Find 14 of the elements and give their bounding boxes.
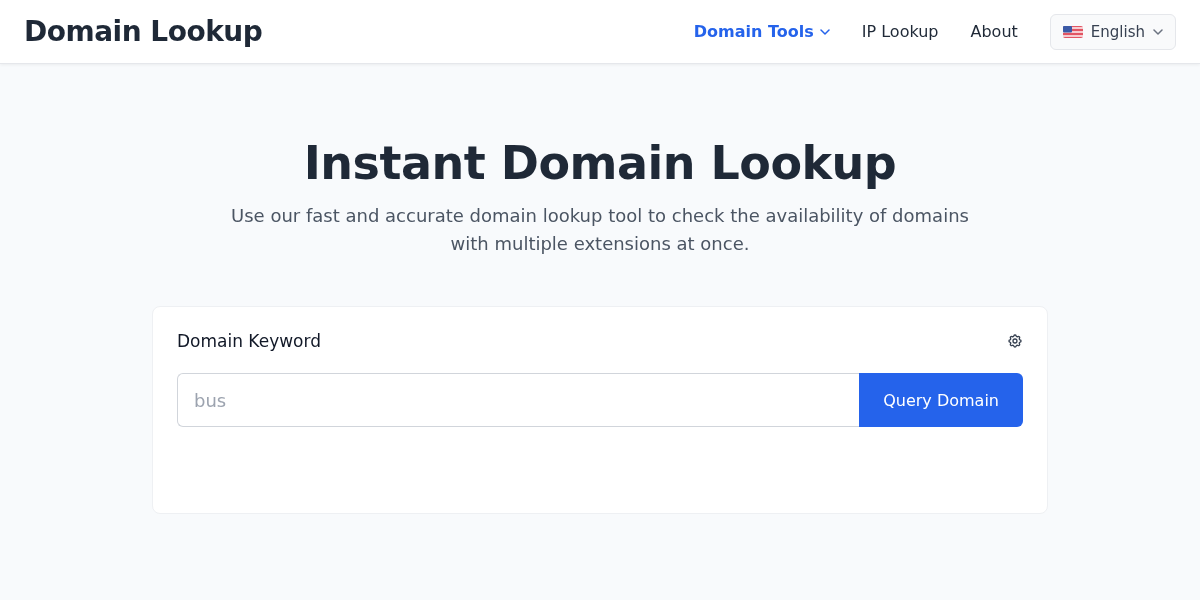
chevron-down-icon — [1153, 28, 1163, 35]
site-logo[interactable]: Domain Lookup — [24, 15, 263, 48]
chevron-down-icon — [819, 28, 830, 35]
field-label: Domain Keyword — [177, 331, 321, 351]
nav-link[interactable]: About — [970, 22, 1018, 41]
nav-link[interactable]: IP Lookup — [861, 22, 939, 41]
nav-link[interactable]: Domain Tools — [693, 22, 830, 41]
page-subtitle: Use our fast and accurate domain lookup tool to check the availability of domains with multiple extensions at once. — [230, 204, 970, 256]
language-selector[interactable]: English — [1049, 13, 1176, 50]
page-title: Instant Domain Lookup — [303, 136, 897, 190]
flag-icon — [1062, 25, 1083, 38]
domain-keyword-field[interactable]: bus — [177, 373, 860, 427]
settings-icon[interactable] — [1007, 333, 1023, 349]
query-domain-button[interactable]: Query Domain — [859, 373, 1023, 427]
